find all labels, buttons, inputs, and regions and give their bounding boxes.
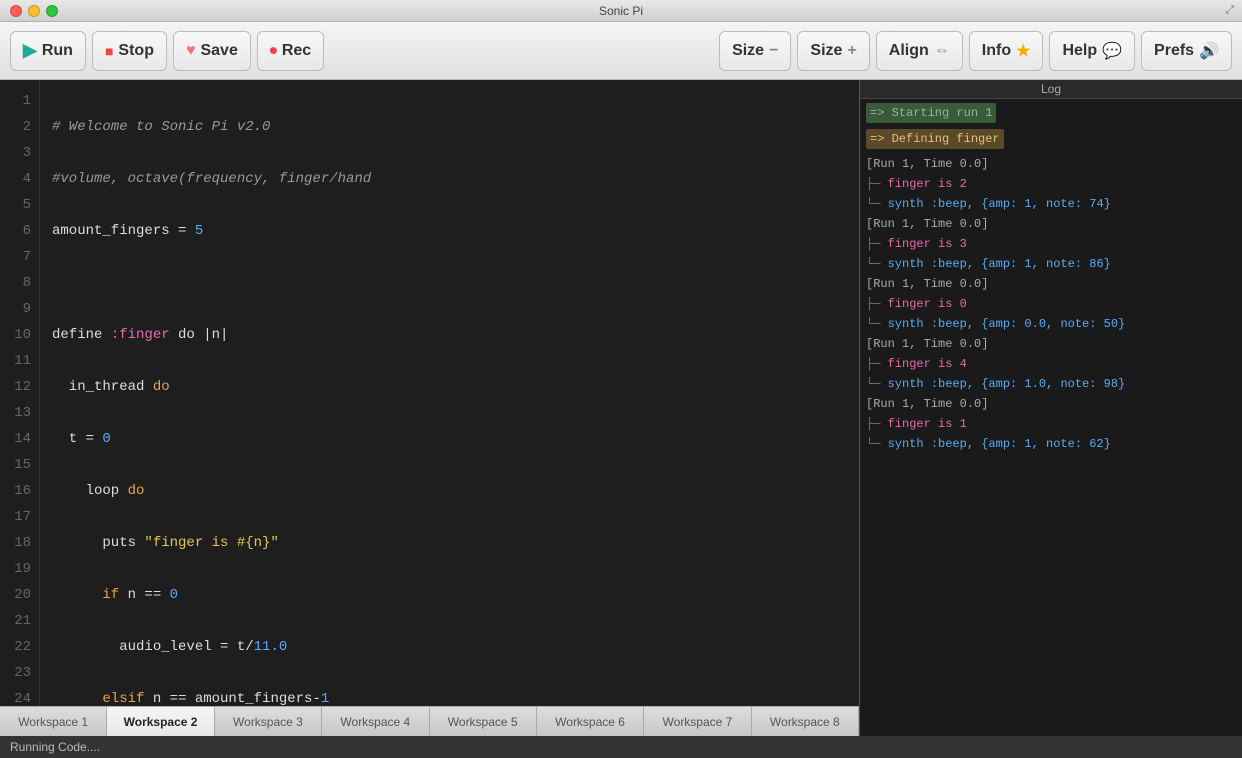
workspace-tab-7[interactable]: Workspace 7	[644, 707, 751, 736]
stop-label: Stop	[118, 42, 154, 60]
log-entry-start: => Starting run 1	[866, 103, 1236, 127]
workspace-tab-3[interactable]: Workspace 3	[215, 707, 322, 736]
code-line: amount_fingers = 5	[52, 218, 847, 244]
save-label: Save	[200, 42, 237, 60]
log-finger-2: ├─ finger is 2	[866, 175, 1236, 193]
run-button[interactable]: ▶ Run	[10, 31, 86, 71]
main-content: 1234 5678 9101112 13141516 17181920 2122…	[0, 80, 1242, 736]
workspace-tab-8[interactable]: Workspace 8	[752, 707, 859, 736]
stop-icon: ■	[105, 43, 113, 59]
rec-icon: ⏺	[270, 42, 277, 59]
close-button[interactable]	[10, 5, 22, 17]
code-editor[interactable]: 1234 5678 9101112 13141516 17181920 2122…	[0, 80, 859, 706]
code-line: loop do	[52, 478, 847, 504]
workspace-tab-1[interactable]: Workspace 1	[0, 707, 107, 736]
code-line: t = 0	[52, 426, 847, 452]
code-line: define :finger do |n|	[52, 322, 847, 348]
rec-button[interactable]: ⏺ Rec	[257, 31, 324, 71]
log-finger-4: ├─ finger is 4	[866, 355, 1236, 373]
workspace-tab-2[interactable]: Workspace 2	[107, 707, 214, 736]
run-icon: ▶	[23, 40, 37, 61]
log-time-1: [Run 1, Time 0.0]	[866, 155, 1236, 173]
size-down-icon: −	[769, 42, 778, 60]
align-label: Align	[889, 42, 929, 60]
log-time-5: [Run 1, Time 0.0]	[866, 395, 1236, 413]
code-line: # Welcome to Sonic Pi v2.0	[52, 114, 847, 140]
code-line: elsif n == amount_fingers-1	[52, 686, 847, 706]
size-down-button[interactable]: Size −	[719, 31, 791, 71]
expand-icon[interactable]: ⤢	[1225, 4, 1234, 17]
code-content[interactable]: # Welcome to Sonic Pi v2.0 #volume, octa…	[40, 80, 859, 706]
size-up-button[interactable]: Size +	[797, 31, 869, 71]
code-line: in_thread do	[52, 374, 847, 400]
log-area: Log => Starting run 1 => Defining finger…	[860, 80, 1242, 736]
prefs-button[interactable]: Prefs 🔊	[1141, 31, 1232, 71]
log-synth-98: └─ synth :beep, {amp: 1.0, note: 98}	[866, 375, 1236, 393]
log-header: Log	[860, 80, 1242, 99]
stop-button[interactable]: ■ Stop	[92, 31, 167, 71]
run-label: Run	[42, 42, 73, 60]
log-define-finger: => Defining finger	[866, 129, 1004, 149]
line-numbers: 1234 5678 9101112 13141516 17181920 2122…	[0, 80, 40, 706]
log-finger-0: ├─ finger is 0	[866, 295, 1236, 313]
prefs-label: Prefs	[1154, 42, 1194, 60]
log-synth-62: └─ synth :beep, {amp: 1, note: 62}	[866, 435, 1236, 453]
size-down-label: Size	[732, 42, 764, 60]
minimize-button[interactable]	[28, 5, 40, 17]
size-up-icon: +	[847, 42, 856, 60]
window-controls[interactable]	[10, 5, 58, 17]
code-line: if n == 0	[52, 582, 847, 608]
editor-area: 1234 5678 9101112 13141516 17181920 2122…	[0, 80, 860, 736]
maximize-button[interactable]	[46, 5, 58, 17]
status-text: Running Code....	[10, 740, 100, 754]
code-line: puts "finger is #{n}"	[52, 530, 847, 556]
log-time-4: [Run 1, Time 0.0]	[866, 335, 1236, 353]
log-content[interactable]: => Starting run 1 => Defining finger [Ru…	[860, 99, 1242, 736]
code-line: #volume, octave(frequency, finger/hand	[52, 166, 847, 192]
log-synth-74: └─ synth :beep, {amp: 1, note: 74}	[866, 195, 1236, 213]
app-title: Sonic Pi	[599, 4, 643, 18]
workspace-tab-6[interactable]: Workspace 6	[537, 707, 644, 736]
title-bar: Sonic Pi ⤢	[0, 0, 1242, 22]
save-button[interactable]: ♥ Save	[173, 31, 251, 71]
workspace-tab-5[interactable]: Workspace 5	[430, 707, 537, 736]
align-button[interactable]: Align ⇔	[876, 31, 963, 71]
size-up-label: Size	[810, 42, 842, 60]
info-icon: ★	[1016, 41, 1030, 61]
log-finger-3: ├─ finger is 3	[866, 235, 1236, 253]
log-synth-86: └─ synth :beep, {amp: 1, note: 86}	[866, 255, 1236, 273]
prefs-icon: 🔊	[1199, 41, 1219, 61]
log-finger-1: ├─ finger is 1	[866, 415, 1236, 433]
workspace-tabs: Workspace 1 Workspace 2 Workspace 3 Work…	[0, 706, 859, 736]
log-entry-define: => Defining finger	[866, 129, 1236, 153]
rec-label: Rec	[282, 42, 311, 60]
info-button[interactable]: Info ★	[969, 31, 1044, 71]
save-icon: ♥	[186, 42, 196, 60]
toolbar: ▶ Run ■ Stop ♥ Save ⏺ Rec Size − Size + …	[0, 22, 1242, 80]
code-line: audio_level = t/11.0	[52, 634, 847, 660]
log-time-3: [Run 1, Time 0.0]	[866, 275, 1236, 293]
code-line	[52, 270, 847, 296]
help-label: Help	[1062, 42, 1097, 60]
workspace-tab-4[interactable]: Workspace 4	[322, 707, 429, 736]
help-button[interactable]: Help 💬	[1049, 31, 1135, 71]
info-label: Info	[982, 42, 1011, 60]
help-icon: 💬	[1102, 41, 1122, 61]
log-synth-50: └─ synth :beep, {amp: 0.0, note: 50}	[866, 315, 1236, 333]
align-icon: ⇔	[934, 42, 950, 60]
log-start-run: => Starting run 1	[866, 103, 996, 123]
log-time-2: [Run 1, Time 0.0]	[866, 215, 1236, 233]
status-bar: Running Code....	[0, 736, 1242, 758]
